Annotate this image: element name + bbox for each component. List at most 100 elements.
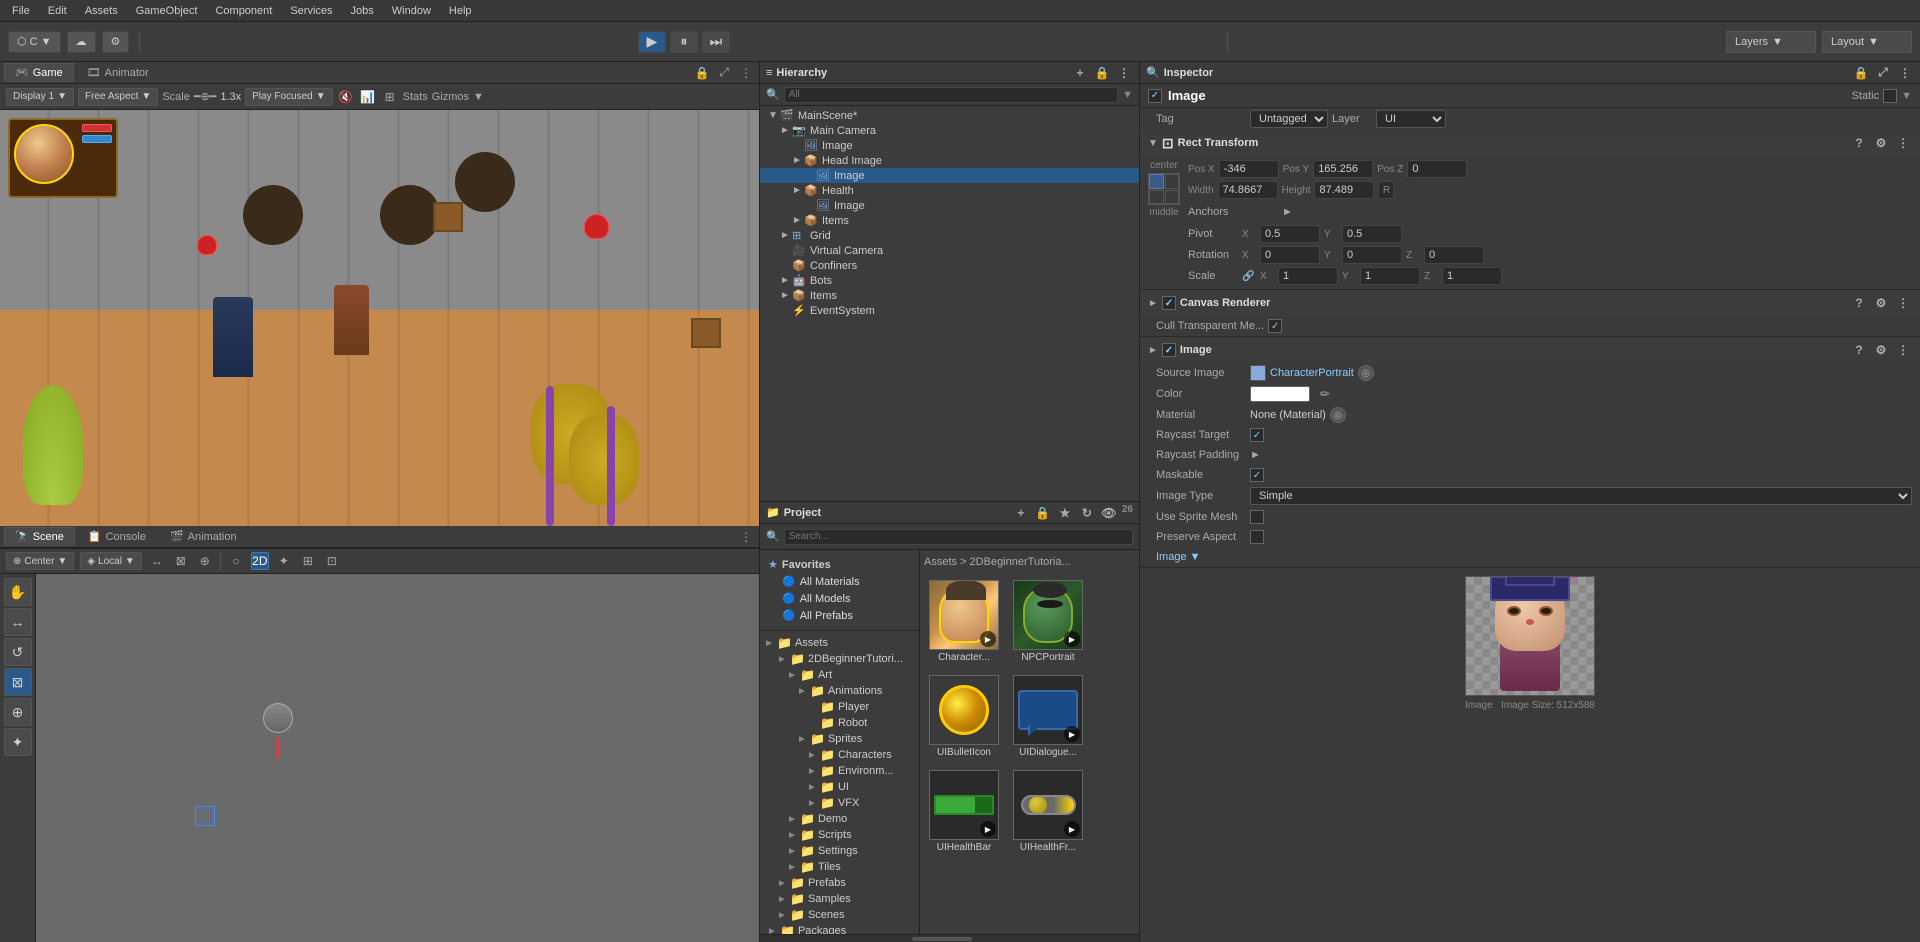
project-refresh-icon[interactable]: ↻ — [1078, 504, 1096, 522]
canvas-renderer-menu-icon[interactable]: ⋮ — [1894, 294, 1912, 312]
hierarchy-lock-icon[interactable]: 🔒 — [1093, 64, 1111, 82]
source-image-picker[interactable]: ◎ — [1358, 365, 1374, 381]
image-help-icon[interactable]: ? — [1850, 341, 1868, 359]
folder-settings[interactable]: ► 📁 Settings — [760, 843, 919, 859]
hierarchy-search-input[interactable] — [784, 87, 1118, 103]
menu-jobs[interactable]: Jobs — [343, 3, 382, 19]
image-type-dropdown[interactable]: Simple — [1250, 487, 1912, 505]
scene-rect-tool[interactable]: ⊠ — [4, 668, 32, 696]
folder-player[interactable]: 📁 Player — [760, 699, 919, 715]
inspector-active-checkbox[interactable]: ✓ — [1148, 89, 1162, 103]
fav-models[interactable]: 🔵 All Models — [760, 590, 919, 607]
scene-move-tool[interactable]: ↔ — [4, 608, 32, 636]
play-focused-dropdown[interactable]: Play Focused ▼ — [245, 88, 333, 106]
folder-ui[interactable]: ► 📁 UI — [760, 779, 919, 795]
image-foldout-label[interactable]: Image ▼ — [1156, 551, 1201, 563]
rect-transform-settings-icon[interactable]: ⚙ — [1872, 134, 1890, 152]
scene-tool-fx[interactable]: ✦ — [275, 552, 293, 570]
folder-characters[interactable]: ► 📁 Characters — [760, 747, 919, 763]
menu-gameobject[interactable]: GameObject — [128, 3, 206, 19]
tree-item-image[interactable]: 🖼 Image — [760, 138, 1139, 153]
preserve-aspect-checkbox[interactable] — [1250, 530, 1264, 544]
folder-packages[interactable]: ► 📁 Packages — [760, 923, 919, 934]
project-eye-icon[interactable]: 👁 — [1100, 504, 1118, 522]
game-maximize-icon[interactable]: ⤢ — [715, 64, 733, 82]
inspector-static-checkbox[interactable] — [1883, 89, 1897, 103]
constrain-proportions-icon[interactable]: R — [1378, 181, 1394, 199]
aspect-dropdown[interactable]: Free Aspect ▼ — [78, 88, 158, 106]
scene-transform-tool[interactable]: ⊕ — [4, 698, 32, 726]
image-settings-icon[interactable]: ⚙ — [1872, 341, 1890, 359]
tree-item-mainscene[interactable]: ▼ 🎬 MainScene* — [760, 108, 1139, 123]
tree-item-items[interactable]: ► 📦 Items — [760, 213, 1139, 228]
tab-scene[interactable]: 🔭 Scene — [4, 527, 75, 546]
cull-checkbox[interactable]: ✓ — [1268, 319, 1282, 333]
tree-item-confiners[interactable]: 📦 Confiners — [760, 258, 1139, 273]
asset-npc[interactable]: ▶ NPCPortrait — [1008, 576, 1088, 667]
scene-tool-snap[interactable]: ⊡ — [323, 552, 341, 570]
folder-sprites[interactable]: ► 📁 Sprites — [760, 731, 919, 747]
scale-z-input[interactable] — [1442, 267, 1502, 285]
menu-component[interactable]: Component — [207, 3, 280, 19]
inspector-maximize-icon[interactable]: ⤢ — [1874, 64, 1892, 82]
folder-demo[interactable]: ► 📁 Demo — [760, 811, 919, 827]
tree-item-maincamera[interactable]: ► 📷 Main Camera — [760, 123, 1139, 138]
pivot-x-input[interactable] — [1260, 225, 1320, 243]
scene-tool-transform[interactable]: ⊕ — [196, 552, 214, 570]
color-edit-icon[interactable]: ✏ — [1316, 385, 1334, 403]
stats-label[interactable]: Stats — [403, 91, 428, 103]
folder-assets[interactable]: ► 📁 Assets — [760, 635, 919, 651]
raycast-target-checkbox[interactable]: ✓ — [1250, 428, 1264, 442]
scene-hand-tool[interactable]: ✋ — [4, 578, 32, 606]
scale-x-input[interactable] — [1278, 267, 1338, 285]
tree-item-virtualcamera[interactable]: 🎥 Virtual Camera — [760, 243, 1139, 258]
rect-transform-menu-icon[interactable]: ⋮ — [1894, 134, 1912, 152]
folder-art[interactable]: ► 📁 Art — [760, 667, 919, 683]
rect-transform-header[interactable]: ▼ ⊡ Rect Transform ? ⚙ ⋮ — [1140, 130, 1920, 156]
asset-dialogue[interactable]: ▶ UIDialogue... — [1008, 671, 1088, 762]
scene-tool-circle[interactable]: ○ — [227, 552, 245, 570]
folder-2dbeginner[interactable]: ► 📁 2DBeginnerTutori... — [760, 651, 919, 667]
hierarchy-menu-icon[interactable]: ⋮ — [1115, 64, 1133, 82]
tree-item-image3[interactable]: 🖼 Image — [760, 198, 1139, 213]
hierarchy-add-icon[interactable]: + — [1071, 64, 1089, 82]
fav-header[interactable]: ★ Favorites — [760, 556, 919, 573]
scene-rotate-tool[interactable]: ↺ — [4, 638, 32, 666]
menu-window[interactable]: Window — [384, 3, 439, 19]
grid-icon[interactable]: ⊞ — [381, 88, 399, 106]
canvas-renderer-settings-icon[interactable]: ⚙ — [1872, 294, 1890, 312]
inspector-lock-icon[interactable]: 🔒 — [1852, 64, 1870, 82]
folder-scripts[interactable]: ► 📁 Scripts — [760, 827, 919, 843]
tab-animator[interactable]: 🎞 Animator — [76, 63, 160, 82]
folder-robot[interactable]: 📁 Robot — [760, 715, 919, 731]
local-dropdown[interactable]: ◈ Local ▼ — [80, 552, 142, 570]
game-lock-icon[interactable]: 🔒 — [693, 64, 711, 82]
pos-x-input[interactable] — [1219, 160, 1279, 178]
tab-animation[interactable]: 🎬 Animation — [159, 527, 248, 546]
width-input[interactable] — [1218, 181, 1278, 199]
maskable-checkbox[interactable]: ✓ — [1250, 468, 1264, 482]
scene-tool-rect[interactable]: ⊠ — [172, 552, 190, 570]
pos-y-input[interactable] — [1313, 160, 1373, 178]
rot-z-input[interactable] — [1424, 246, 1484, 264]
asset-play-icon[interactable]: ▶ — [980, 631, 996, 647]
project-add-icon[interactable]: + — [1012, 504, 1030, 522]
fav-prefabs[interactable]: 🔵 All Prefabs — [760, 607, 919, 624]
scene-custom-tool[interactable]: ✦ — [4, 728, 32, 756]
project-search-input[interactable] — [784, 529, 1133, 545]
folder-tiles[interactable]: ► 📁 Tiles — [760, 859, 919, 875]
inspector-menu-icon[interactable]: ⋮ — [1896, 64, 1914, 82]
center-dropdown[interactable]: ⊕ Center ▼ — [6, 552, 74, 570]
fav-materials[interactable]: 🔵 All Materials — [760, 573, 919, 590]
tree-item-grid[interactable]: ► ⊞ Grid — [760, 228, 1139, 243]
image-menu-icon[interactable]: ⋮ — [1894, 341, 1912, 359]
scene-tool-move[interactable]: ↔ — [148, 552, 166, 570]
menu-edit[interactable]: Edit — [40, 3, 75, 19]
image-section-header[interactable]: ► ✓ Image ? ⚙ ⋮ — [1140, 337, 1920, 363]
rot-y-input[interactable] — [1342, 246, 1402, 264]
play-button[interactable]: ▶ — [638, 31, 666, 53]
rot-x-input[interactable] — [1260, 246, 1320, 264]
tree-item-bots[interactable]: ► 🤖 Bots — [760, 273, 1139, 288]
menu-file[interactable]: File — [4, 3, 38, 19]
game-menu-icon[interactable]: ⋮ — [737, 64, 755, 82]
